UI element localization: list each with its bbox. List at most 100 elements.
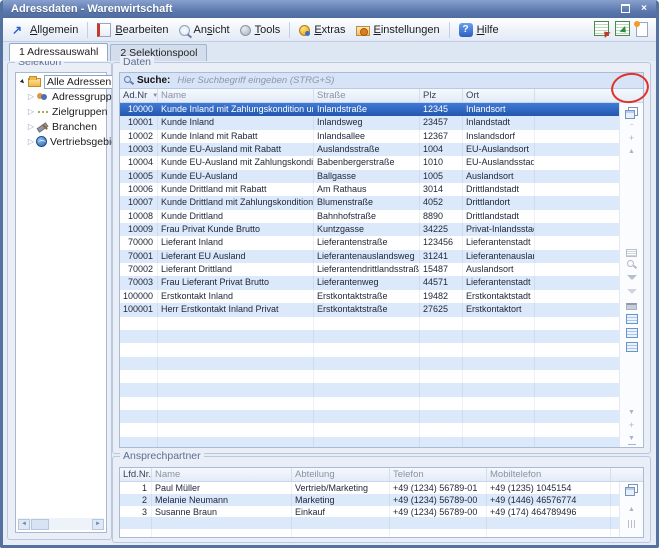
- new-document-icon[interactable]: [636, 22, 648, 37]
- column-header-name[interactable]: Name: [152, 468, 292, 481]
- column-header-ad-nr[interactable]: Ad.Nr▼: [120, 89, 158, 102]
- column-header-abteilung[interactable]: Abteilung: [292, 468, 390, 481]
- table-row-empty[interactable]: [120, 437, 619, 447]
- cell-filler: [535, 250, 619, 263]
- table-row-empty[interactable]: [120, 343, 619, 356]
- table-row[interactable]: 10003Kunde EU-Ausland mit RabattAuslands…: [120, 143, 619, 156]
- table-row[interactable]: 10002Kunde Inland mit RabattInlandsallee…: [120, 130, 619, 143]
- view-list-icon[interactable]: [626, 328, 638, 338]
- cell: Babenbergerstraße: [314, 156, 420, 169]
- close-icon[interactable]: ×: [636, 2, 652, 15]
- table-row[interactable]: 70002Lieferant DrittlandLieferantendritt…: [120, 263, 619, 276]
- menu-item-hilfe[interactable]: Hilfe: [454, 20, 504, 40]
- menu-item-einstellungen[interactable]: Einstellungen: [351, 20, 445, 40]
- table-row[interactable]: 70000Lieferant InlandLieferantenstraße12…: [120, 236, 619, 249]
- cell: [314, 357, 420, 370]
- cell-filler: [535, 156, 619, 169]
- menu-item-allgemein[interactable]: Allgemein: [7, 20, 83, 40]
- table-row[interactable]: 10009Frau Privat Kunde BruttoKuntzgasse3…: [120, 223, 619, 236]
- table-row[interactable]: 70001Lieferant EU AuslandLieferantenausl…: [120, 250, 619, 263]
- scrollbar-thumb[interactable]: [31, 519, 49, 530]
- column-header-telefon[interactable]: Telefon: [390, 468, 487, 481]
- column-header-ort[interactable]: Ort: [463, 89, 535, 102]
- table-row-empty[interactable]: [120, 397, 619, 410]
- scroll-up-icon[interactable]: [625, 505, 639, 515]
- filter-remove-icon[interactable]: [627, 289, 637, 299]
- restore-icon[interactable]: [617, 2, 633, 15]
- print-icon[interactable]: [626, 303, 637, 310]
- cell-filler: [535, 357, 619, 370]
- table-row-empty[interactable]: [120, 423, 619, 436]
- table-row[interactable]: 10007Kunde Drittland mit Zahlungskonditi…: [120, 196, 619, 209]
- expand-icon[interactable]: [625, 420, 639, 432]
- table-row[interactable]: 70003Frau Lieferant Privat BruttoLiefera…: [120, 276, 619, 289]
- menu-item-bearbeiten[interactable]: Bearbeiten: [92, 20, 173, 40]
- table-row-empty[interactable]: [120, 330, 619, 343]
- remove-icon[interactable]: [625, 121, 639, 131]
- table-row-empty[interactable]: [120, 517, 619, 529]
- import-table-icon[interactable]: [615, 21, 630, 36]
- tree-item-branchen[interactable]: ▷Branchen: [16, 120, 106, 133]
- view-list-icon[interactable]: [626, 314, 638, 324]
- cell: [390, 517, 487, 529]
- table-row-empty[interactable]: [120, 370, 619, 383]
- cell: 123456: [420, 236, 463, 249]
- expander-closed-icon[interactable]: ▷: [26, 137, 36, 146]
- details-icon[interactable]: [626, 249, 637, 257]
- scroll-left-icon[interactable]: ◄: [18, 519, 30, 530]
- tree-horizontal-scrollbar[interactable]: ◄ ►: [18, 518, 104, 530]
- export-table-icon[interactable]: [594, 21, 609, 36]
- column-chooser-icon[interactable]: [625, 107, 638, 119]
- tree-item-vertriebsgebiete[interactable]: ▷Vertriebsgebiete: [16, 135, 106, 148]
- table-row[interactable]: 10004Kunde EU-Ausland mit Zahlungskondit…: [120, 156, 619, 169]
- column-header-mobiltelefon[interactable]: Mobiltelefon: [487, 468, 611, 481]
- tree-item-adressgruppen[interactable]: ▷Adressgruppen: [16, 90, 106, 103]
- tree-item-alle-adressen[interactable]: ▸Alle Adressen: [16, 75, 106, 88]
- table-row[interactable]: 10001Kunde InlandInlandsweg23457Inlandst…: [120, 116, 619, 129]
- column-header-name[interactable]: Name: [158, 89, 314, 102]
- cell: [120, 437, 158, 447]
- table-row[interactable]: 10008Kunde DrittlandBahnhofstraße8890Dri…: [120, 210, 619, 223]
- splitter-grip-icon[interactable]: [628, 520, 636, 528]
- add-icon[interactable]: [625, 133, 639, 145]
- cell: 19482: [420, 290, 463, 303]
- search-icon[interactable]: [626, 259, 637, 270]
- expander-closed-icon[interactable]: ▷: [26, 107, 36, 116]
- table-row[interactable]: 10006Kunde Drittland mit RabattAm Rathau…: [120, 183, 619, 196]
- sort-up-icon[interactable]: [625, 147, 639, 157]
- table-row-empty[interactable]: [120, 383, 619, 396]
- table-row-empty[interactable]: [120, 357, 619, 370]
- scroll-down-icon[interactable]: [625, 535, 639, 537]
- table-row-empty[interactable]: [120, 410, 619, 423]
- view-list-icon[interactable]: [626, 342, 638, 352]
- search-input[interactable]: [175, 74, 643, 87]
- cell: +49 (1235) 1045154: [487, 482, 611, 494]
- cell: Kunde EU-Ausland mit Zahlungskonditionen: [158, 156, 314, 169]
- scroll-right-icon[interactable]: ►: [92, 519, 104, 530]
- menu-item-ansicht[interactable]: Ansicht: [174, 20, 235, 40]
- scroll-down-icon[interactable]: [625, 408, 639, 418]
- column-header-plz[interactable]: Plz: [420, 89, 463, 102]
- open-folder-icon: [28, 78, 41, 87]
- table-row[interactable]: 10005Kunde EU-AuslandBallgasse1005Auslan…: [120, 170, 619, 183]
- table-row-empty[interactable]: [120, 317, 619, 330]
- scroll-end-icon[interactable]: [628, 434, 636, 445]
- menu-item-extras[interactable]: Extras: [294, 20, 350, 40]
- tab-1-adressauswahl[interactable]: 1 Adressauswahl: [9, 43, 108, 61]
- tree-item-zielgruppen[interactable]: ▷Zielgruppen: [16, 105, 106, 118]
- table-row[interactable]: 100001Herr Erstkontakt Inland PrivatErst…: [120, 303, 619, 316]
- table-row-empty[interactable]: [120, 529, 619, 537]
- table-row[interactable]: 3Susanne BraunEinkauf+49 (1234) 56789-00…: [120, 506, 619, 518]
- filter-icon[interactable]: [627, 275, 637, 285]
- column-header-lfd-nr-[interactable]: Lfd.Nr.: [120, 468, 152, 481]
- table-row[interactable]: 2Melanie NeumannMarketing+49 (1234) 5678…: [120, 494, 619, 506]
- expander-closed-icon[interactable]: ▷: [26, 92, 36, 101]
- table-row[interactable]: 100000Erstkontakt InlandErstkontaktstraß…: [120, 290, 619, 303]
- table-row[interactable]: 1Paul MüllerVertrieb/Marketing+49 (1234)…: [120, 482, 619, 494]
- cell-filler: [535, 276, 619, 289]
- expander-closed-icon[interactable]: ▷: [26, 122, 36, 131]
- column-chooser-icon[interactable]: [625, 484, 638, 496]
- table-row[interactable]: 10000Kunde Inland mit Zahlungskondition …: [120, 103, 619, 116]
- menu-item-tools[interactable]: Tools: [235, 20, 286, 40]
- column-header-stra-e[interactable]: Straße: [314, 89, 420, 102]
